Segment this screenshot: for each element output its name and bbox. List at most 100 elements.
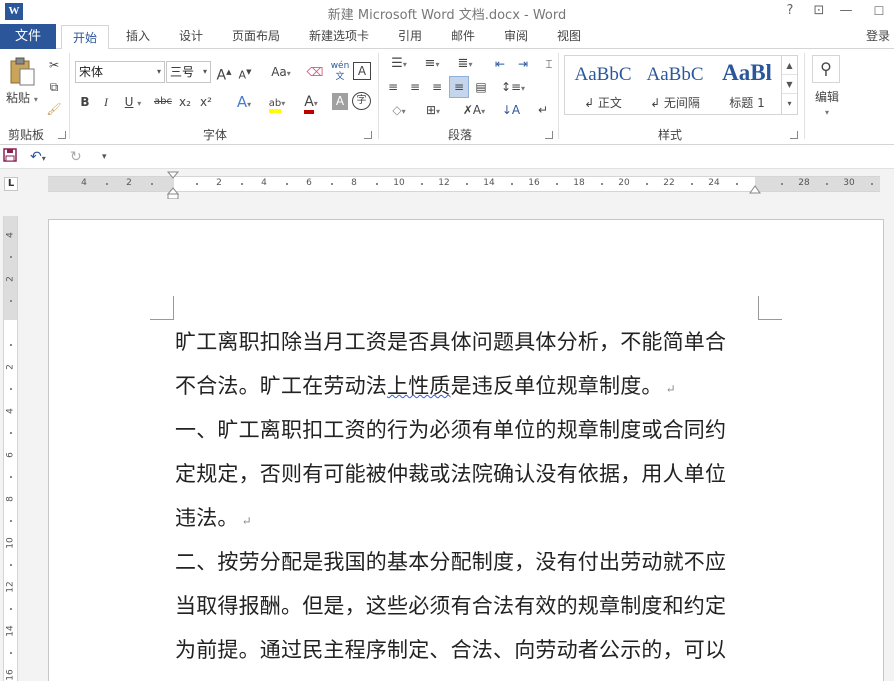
tab-insert[interactable]: 插入 <box>116 24 160 49</box>
subscript-button[interactable]: x₂ <box>177 92 193 112</box>
paste-button[interactable]: 粘贴 ▾ <box>6 89 38 106</box>
paste-icon[interactable] <box>8 57 36 87</box>
maximize-button[interactable]: ☐ <box>868 2 890 20</box>
paragraph-3[interactable]: 二、按劳分配是我国的基本分配制度，没有付出劳动就不应 当取得报酬。但是，这些必须… <box>175 540 761 672</box>
ruler-tick <box>286 183 288 185</box>
indent-markers[interactable] <box>166 171 180 201</box>
paragraph-launcher-icon[interactable] <box>545 131 553 139</box>
line: 违法。 ↵ <box>175 506 252 530</box>
clear-formatting-icon[interactable]: ⌫ <box>306 62 324 82</box>
style-normal[interactable]: AaBbC ↲ 正文 <box>567 56 639 114</box>
line: 旷工离职扣除当月工资是否具体问题具体分析，不能简单合 <box>175 330 727 354</box>
ruler-right-margin <box>755 177 880 191</box>
title-bar: W 新建 Microsoft Word 文档.docx - Word ? ⊡ —… <box>0 0 894 24</box>
font-color-button[interactable]: A▾ <box>296 92 326 114</box>
decrease-indent-icon[interactable]: ⇤ <box>490 54 510 74</box>
tab-references[interactable]: 引用 <box>388 24 432 49</box>
editing-dropdown-icon[interactable]: ▾ <box>820 103 834 123</box>
phonetic-guide-icon[interactable]: wén 文 <box>330 61 350 83</box>
customize-qat-icon[interactable]: ▾ <box>102 148 114 166</box>
styles-launcher-icon[interactable] <box>790 131 798 139</box>
grammar-squiggle[interactable]: 上性质 <box>387 374 451 398</box>
show-paragraph-marks-icon[interactable]: ↵ <box>534 100 552 120</box>
tab-design[interactable]: 设计 <box>169 24 213 49</box>
paragraph-2[interactable]: 一、旷工离职扣工资的行为必须有单位的规章制度或合同约 定规定，否则有可能被仲裁或… <box>175 408 761 543</box>
vruler-tick <box>10 388 12 390</box>
ruler-tick <box>601 183 603 185</box>
ruler-number: 8 <box>351 178 357 188</box>
style-no-spacing[interactable]: AaBbC ↲ 无间隔 <box>639 56 711 114</box>
align-center-icon[interactable]: ≡ <box>406 77 424 97</box>
borders-button[interactable]: ⊞▾ <box>418 100 448 122</box>
copy-icon[interactable]: ⧉ <box>45 77 63 97</box>
superscript-button[interactable]: x² <box>198 92 214 112</box>
tab-view[interactable]: 视图 <box>547 24 591 49</box>
find-binoculars-icon[interactable]: ⚲ <box>812 55 840 83</box>
vertical-ruler[interactable]: 4 2 2 4 6 8 10 12 14 16 <box>3 216 18 681</box>
vruler-number: 2 <box>5 276 16 282</box>
distributed-icon[interactable]: ▤ <box>472 77 490 97</box>
line-spacing-button[interactable]: ↕≡▾ <box>498 77 528 99</box>
vruler-number: 8 <box>5 496 16 502</box>
tab-mailings[interactable]: 邮件 <box>441 24 485 49</box>
ruler-tick <box>826 183 828 185</box>
styles-more-icon[interactable]: ▾ <box>782 94 797 113</box>
tab-page-layout[interactable]: 页面布局 <box>223 24 289 49</box>
font-launcher-icon[interactable] <box>364 131 372 139</box>
format-painter-icon[interactable]: 🖌 <box>45 99 63 119</box>
bold-button[interactable]: B <box>77 92 93 112</box>
enclose-characters-button[interactable]: 字 <box>352 92 371 110</box>
shading-button[interactable]: ◇▾ <box>384 100 414 122</box>
highlight-button[interactable]: ab▾ <box>262 92 292 114</box>
grow-font-icon[interactable]: A▲ <box>215 62 233 86</box>
ruler-tick <box>106 183 108 185</box>
vruler-number: 10 <box>5 537 16 549</box>
document-page[interactable]: 旷工离职扣除当月工资是否具体问题具体分析，不能简单合 不合法。旷工在劳动法上性质… <box>48 219 884 681</box>
align-left-icon[interactable]: ≡ <box>384 77 402 97</box>
tab-selector[interactable]: L <box>4 177 18 191</box>
paragraph-mark: ↵ <box>665 382 676 396</box>
redo-icon[interactable]: ↻ <box>70 148 88 166</box>
ruler-tick <box>466 183 468 185</box>
change-case-icon[interactable]: Aa▾ <box>266 62 296 84</box>
font-size-combo[interactable]: 三号 ▾ <box>166 61 211 83</box>
styles-down-icon[interactable]: ▼ <box>782 75 797 94</box>
font-name-combo[interactable]: 宋体 ▾ <box>75 61 165 83</box>
sort-icon[interactable]: ↓A <box>501 100 521 120</box>
help-button[interactable]: ? <box>779 2 801 20</box>
shrink-font-icon[interactable]: A▼ <box>236 62 254 86</box>
text-effects-button[interactable]: A▾ <box>229 92 259 115</box>
character-shading-button[interactable]: A <box>332 93 348 110</box>
ruler-tick <box>646 183 648 185</box>
right-indent-marker[interactable] <box>748 183 762 195</box>
underline-button[interactable]: U ▾ <box>119 92 147 114</box>
undo-button[interactable]: ↶▾ <box>30 148 60 166</box>
ruler-area: L 4 2 2 4 6 8 10 12 14 16 18 20 22 24 28 30 <box>0 169 894 201</box>
divider <box>804 53 805 139</box>
save-icon[interactable] <box>3 148 19 166</box>
tab-review[interactable]: 审阅 <box>494 24 538 49</box>
style-heading-1[interactable]: AaBl 标题 1 <box>711 56 783 114</box>
increase-indent-icon[interactable]: ⇥ <box>513 54 533 74</box>
numbering-button[interactable]: ≡▾ <box>417 54 447 75</box>
styles-up-icon[interactable]: ▲ <box>782 56 797 75</box>
justify-icon[interactable]: ≡ <box>449 76 469 98</box>
strikethrough-button[interactable]: abc <box>152 92 174 112</box>
minimize-button[interactable]: — <box>835 2 857 20</box>
asian-typography-button[interactable]: ✗A▾ <box>459 100 489 122</box>
italic-button[interactable]: I <box>98 92 114 112</box>
bullets-button[interactable]: ☰▾ <box>384 54 414 75</box>
sign-in-link[interactable]: 登录 <box>866 24 890 49</box>
styles-scrollbar[interactable]: ▲ ▼ ▾ <box>781 56 797 114</box>
character-border-icon[interactable]: A <box>353 62 371 80</box>
cut-icon[interactable]: ✂ <box>45 55 63 75</box>
tab-file[interactable]: 文件 <box>0 24 56 49</box>
align-right-icon[interactable]: ≡ <box>428 77 446 97</box>
tab-custom[interactable]: 新建选项卡 <box>299 24 379 49</box>
paragraph-1[interactable]: 旷工离职扣除当月工资是否具体问题具体分析，不能简单合 不合法。旷工在劳动法上性质… <box>175 320 761 411</box>
ribbon-display-options-button[interactable]: ⊡ <box>808 2 830 20</box>
clipboard-launcher-icon[interactable] <box>58 131 66 139</box>
multilevel-list-button[interactable]: ≣▾ <box>450 54 480 75</box>
tab-home[interactable]: 开始 <box>61 25 109 50</box>
chinese-layout-icon[interactable]: ⌶ <box>540 54 558 74</box>
